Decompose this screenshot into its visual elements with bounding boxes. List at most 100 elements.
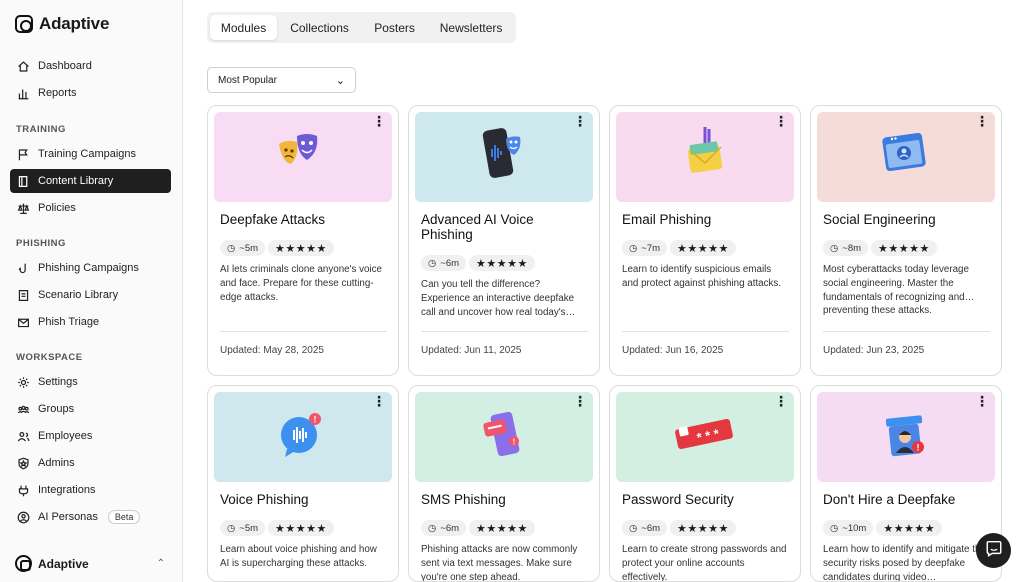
module-meta: ◷ ~6m ★★★★★: [622, 520, 736, 536]
duration-badge: ◷ ~5m: [220, 520, 266, 536]
clock-icon: ◷: [428, 257, 437, 269]
more-options-icon[interactable]: ⋮: [774, 114, 788, 128]
org-switcher[interactable]: Adaptive ⌃: [15, 555, 165, 572]
module-title: Advanced AI Voice Phishing: [421, 212, 534, 242]
duration-badge: ◷ ~6m: [421, 520, 467, 536]
home-icon: [17, 60, 30, 73]
duration-badge: ◷ ~7m: [622, 240, 668, 256]
module-card[interactable]: ⋮ Deepfake Attacks ◷ ~5m ★★★★★ AI lets crimin…: [207, 105, 399, 376]
module-card[interactable]: * * * ⋮ Password Security ◷ ~6m ★★★★★ Learn to…: [609, 385, 801, 582]
chevron-up-icon: ⌃: [156, 558, 165, 569]
tab-posters[interactable]: Posters: [362, 15, 427, 40]
fake-candidate-icon: !: [876, 405, 936, 470]
duration-badge: ◷ ~10m: [823, 520, 874, 536]
clock-icon: ◷: [629, 522, 638, 534]
more-options-icon[interactable]: ⋮: [975, 114, 989, 128]
duration-text: ~6m: [440, 257, 460, 269]
svg-text:!: !: [513, 437, 516, 446]
users-icon: [17, 430, 30, 443]
clock-icon: ◷: [227, 522, 236, 534]
module-card[interactable]: ⋮ Advanced AI Voice Phishing ◷ ~6m ★★★★★ Can …: [408, 105, 600, 376]
phone-mask-icon: [474, 125, 534, 190]
module-card[interactable]: ⋮ Email Phishing ◷ ~7m ★★★★★ Learn to identif…: [609, 105, 801, 376]
sidebar-item-groups[interactable]: Groups: [10, 397, 171, 421]
more-options-icon[interactable]: ⋮: [975, 394, 989, 408]
sidebar-item-training-campaigns[interactable]: Training Campaigns: [10, 142, 171, 166]
gear-icon: [17, 376, 30, 389]
sort-select[interactable]: Most Popular ⌄: [207, 67, 356, 93]
sidebar-item-dashboard[interactable]: Dashboard: [10, 54, 171, 78]
module-thumbnail: [415, 112, 593, 202]
more-options-icon[interactable]: ⋮: [372, 114, 386, 128]
duration-text: ~5m: [239, 242, 259, 254]
sidebar-item-reports[interactable]: Reports: [10, 81, 171, 105]
sidebar-item-label: Groups: [38, 403, 75, 415]
sidebar-item-phishing-campaigns[interactable]: Phishing Campaigns: [10, 256, 171, 280]
module-thumbnail: [616, 112, 794, 202]
module-card[interactable]: ! ⋮ Voice Phishing ◷ ~5m ★★★★★ Learn about voi…: [207, 385, 399, 582]
tab-modules[interactable]: Modules: [210, 15, 278, 40]
duration-text: ~6m: [440, 522, 460, 534]
more-options-icon[interactable]: ⋮: [774, 394, 788, 408]
module-card[interactable]: ! ⋮ Don't Hire a Deepfake ◷ ~10m ★★★★★ Learn h…: [810, 385, 1002, 582]
rating-stars: ★★★★★: [268, 240, 334, 256]
sidebar-item-ai-personas[interactable]: AI Personas Beta: [10, 505, 171, 529]
updated-date: Updated: Jun 11, 2025: [421, 345, 522, 356]
module-meta: ◷ ~5m ★★★★★: [220, 240, 334, 256]
password-field-icon: * * *: [672, 410, 738, 465]
module-meta: ◷ ~10m ★★★★★: [823, 520, 943, 536]
module-title: SMS Phishing: [421, 492, 506, 507]
brand-logo[interactable]: Adaptive: [15, 14, 109, 34]
module-card[interactable]: ⋮ Social Engineering ◷ ~8m ★★★★★ Most cyberat…: [810, 105, 1002, 376]
module-card[interactable]: ! ⋮ SMS Phishing ◷ ~6m ★★★★★ Phishing attacks …: [408, 385, 600, 582]
beta-badge: Beta: [107, 510, 141, 524]
rating-stars: ★★★★★: [871, 240, 937, 256]
sidebar-item-integrations[interactable]: Integrations: [10, 478, 171, 502]
sidebar-item-admins[interactable]: Admins: [10, 451, 171, 475]
more-options-icon[interactable]: ⋮: [573, 394, 587, 408]
module-description: Learn to create strong passwords and pro…: [622, 544, 787, 582]
module-title: Social Engineering: [823, 212, 936, 227]
module-title: Don't Hire a Deepfake: [823, 492, 956, 507]
module-title: Deepfake Attacks: [220, 212, 326, 227]
sidebar-item-content-library[interactable]: Content Library: [10, 169, 171, 193]
sidebar-item-scenario-library[interactable]: Scenario Library: [10, 283, 171, 307]
sidebar-item-phish-triage[interactable]: Phish Triage: [10, 310, 171, 334]
sms-phone-icon: !: [474, 405, 534, 470]
sidebar-item-label: Content Library: [38, 175, 114, 187]
section-label-training: TRAINING: [16, 124, 66, 135]
hook-icon: [17, 262, 30, 275]
sidebar-item-label: Dashboard: [38, 60, 92, 72]
module-description: Learn about voice phishing and how AI is…: [220, 544, 377, 569]
sidebar-item-label: Policies: [38, 202, 76, 214]
chat-launcher-button[interactable]: [976, 533, 1011, 568]
sort-selected-value: Most Popular: [218, 74, 277, 86]
svg-text:!: !: [314, 414, 317, 424]
flag-icon: [17, 148, 30, 161]
section-label-phishing: PHISHING: [16, 238, 66, 249]
tab-collections[interactable]: Collections: [279, 15, 360, 40]
sidebar-item-label: Training Campaigns: [38, 148, 137, 160]
brand-name: Adaptive: [39, 14, 110, 33]
sidebar-item-label: Reports: [38, 87, 77, 99]
more-options-icon[interactable]: ⋮: [573, 114, 587, 128]
duration-badge: ◷ ~8m: [823, 240, 869, 256]
card-divider: [622, 331, 789, 332]
module-description: Phishing attacks are now commonly sent v…: [421, 544, 578, 582]
module-meta: ◷ ~7m ★★★★★: [622, 240, 736, 256]
tab-newsletters[interactable]: Newsletters: [429, 15, 513, 40]
more-options-icon[interactable]: ⋮: [372, 394, 386, 408]
org-logo-icon: [15, 555, 32, 572]
rating-stars: ★★★★★: [670, 240, 736, 256]
module-thumbnail: !: [214, 392, 392, 482]
sidebar: Adaptive Dashboard Reports TRAINING Trai…: [0, 0, 183, 582]
sidebar-item-employees[interactable]: Employees: [10, 424, 171, 448]
sidebar-item-policies[interactable]: Policies: [10, 196, 171, 220]
sidebar-item-label: Scenario Library: [38, 289, 119, 301]
sidebar-item-settings[interactable]: Settings: [10, 370, 171, 394]
browser-user-icon: [876, 125, 936, 190]
section-label-workspace: WORKSPACE: [16, 352, 83, 363]
updated-date: Updated: Jun 23, 2025: [823, 345, 925, 356]
module-description: Most cyberattacks today leverage social …: [823, 264, 975, 317]
duration-badge: ◷ ~5m: [220, 240, 266, 256]
